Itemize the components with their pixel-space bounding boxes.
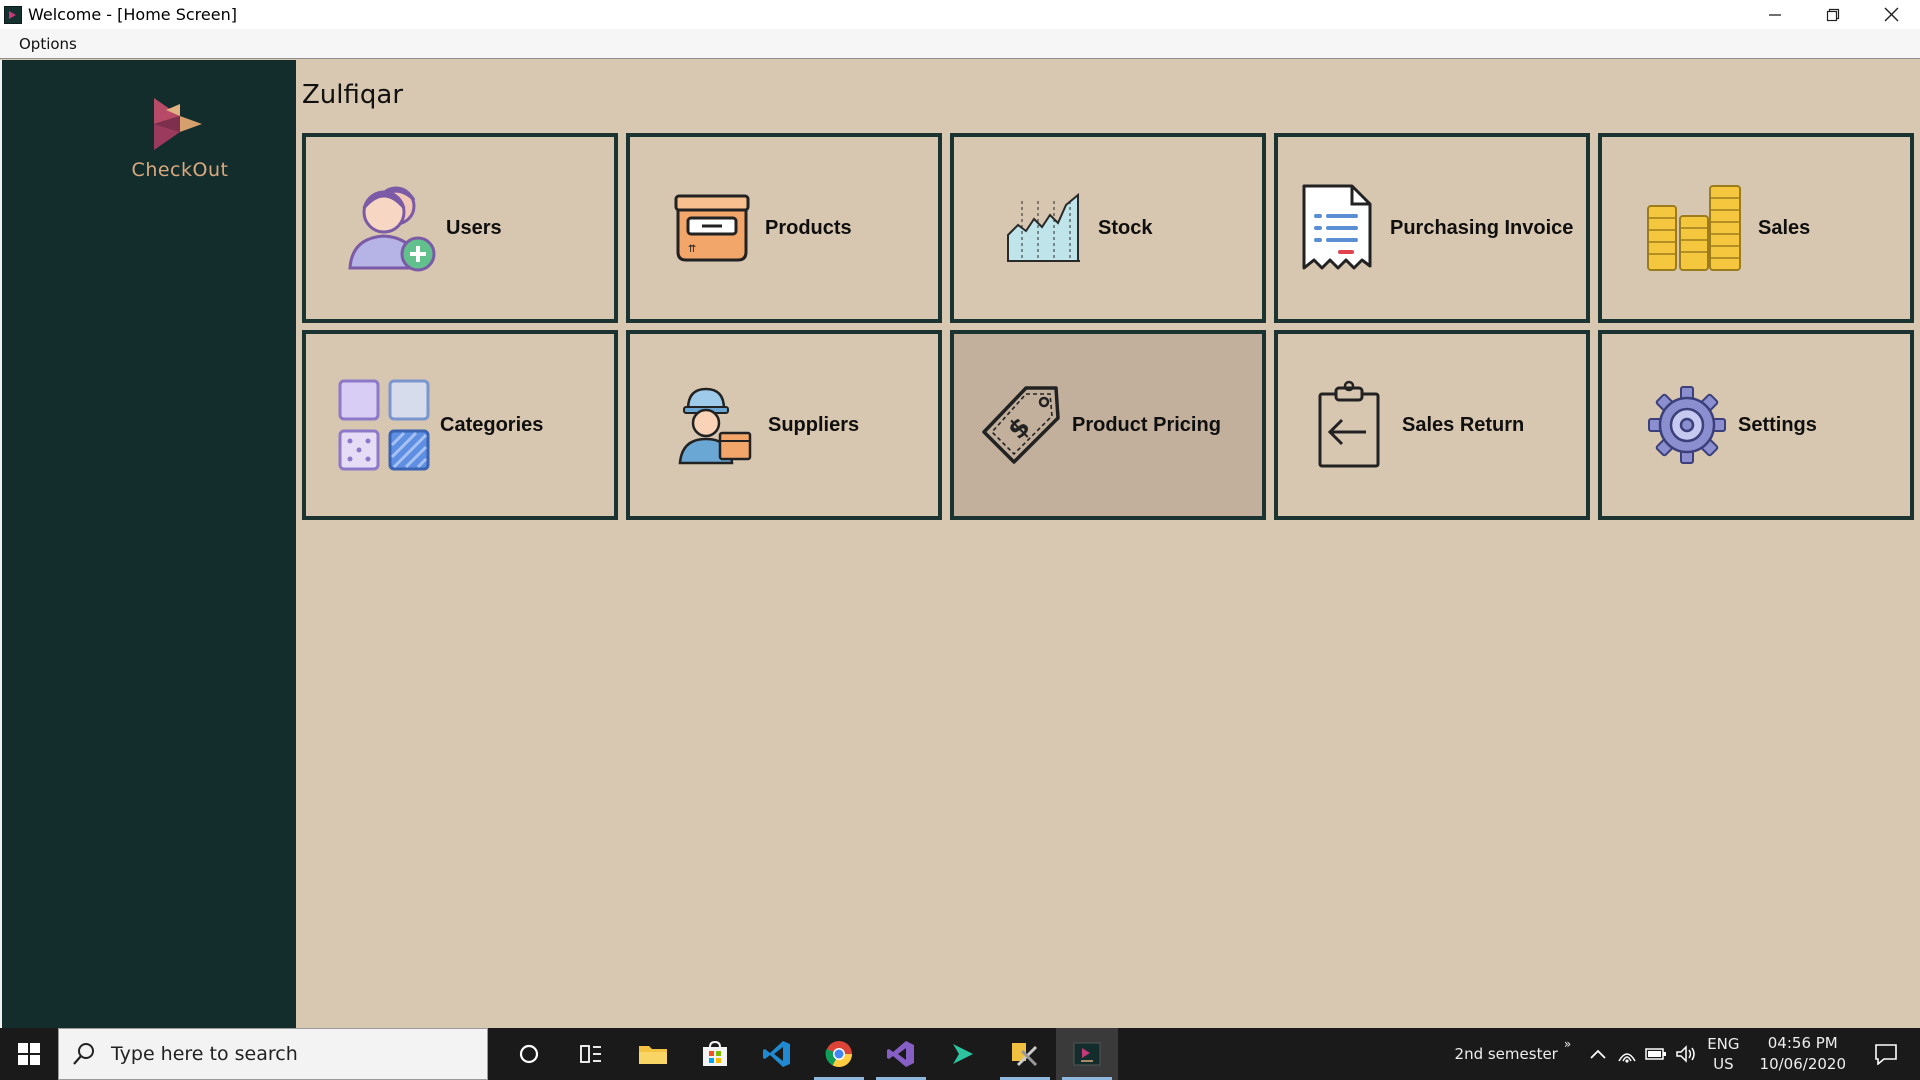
- clipboard-return-icon: [1316, 380, 1382, 470]
- language-indicator[interactable]: ENG US: [1707, 1034, 1739, 1074]
- tools-app-icon: [1012, 1043, 1038, 1067]
- clock[interactable]: 04:56 PM 10/06/2020: [1760, 1033, 1846, 1075]
- gear-icon: [1648, 386, 1726, 464]
- volume-icon[interactable]: [1675, 1045, 1697, 1063]
- task-view-button[interactable]: [560, 1028, 622, 1080]
- visual-studio-button[interactable]: [870, 1028, 932, 1080]
- language-text: ENG: [1707, 1035, 1740, 1053]
- tile-label: Settings: [1738, 413, 1817, 436]
- close-button[interactable]: [1862, 0, 1920, 29]
- tile-purchasing-invoice[interactable]: Purchasing Invoice: [1274, 133, 1590, 323]
- logo-text: CheckOut: [131, 159, 229, 181]
- start-button[interactable]: [0, 1028, 58, 1080]
- system-tray: 2nd semester » ENG US 04:56 PM 10/06/202…: [1455, 1028, 1920, 1080]
- tile-products[interactable]: ⇈ Products: [626, 133, 942, 323]
- invoice-icon: [1300, 182, 1374, 274]
- coins-icon: [1646, 182, 1742, 274]
- app-icon: [4, 5, 22, 24]
- tile-stock[interactable]: Stock: [950, 133, 1266, 323]
- app-green-icon: [953, 1044, 973, 1064]
- menu-bar: Options: [0, 29, 1920, 59]
- cortana-button[interactable]: [498, 1028, 560, 1080]
- stock-chart-icon: [1004, 191, 1084, 265]
- close-icon: [1884, 7, 1898, 22]
- svg-text:⇈: ⇈: [688, 244, 696, 255]
- logo-mark-icon: [154, 98, 202, 150]
- supplier-icon: [674, 385, 754, 465]
- cortana-icon: [519, 1044, 539, 1064]
- tile-label: Stock: [1098, 216, 1153, 239]
- price-tag-icon: $: [980, 384, 1062, 466]
- tile-label: Categories: [440, 413, 544, 436]
- network-icon[interactable]: [1617, 1045, 1637, 1063]
- checkout-logo: CheckOut: [130, 96, 230, 181]
- chrome-button[interactable]: [808, 1028, 870, 1080]
- windows-icon: [18, 1043, 40, 1065]
- menu-options[interactable]: Options: [19, 35, 77, 53]
- product-box-icon: ⇈: [674, 192, 750, 264]
- tile-label: Users: [446, 216, 502, 239]
- taskbar-search[interactable]: Type here to search: [58, 1028, 488, 1080]
- region-text: US: [1713, 1055, 1734, 1073]
- checkout-app-button[interactable]: [1056, 1028, 1118, 1080]
- file-explorer-icon: [639, 1046, 667, 1064]
- tile-label: Products: [765, 216, 852, 239]
- main-panel: Zulfiqar Users ⇈ Products Stock Purchasi…: [296, 60, 1920, 1028]
- restore-icon: [1826, 8, 1840, 21]
- minimize-icon: [1769, 13, 1781, 16]
- categories-icon: [338, 379, 432, 471]
- tile-label: Suppliers: [768, 413, 860, 436]
- vscode-button[interactable]: [746, 1028, 808, 1080]
- restore-button[interactable]: [1804, 0, 1862, 29]
- toolbar-folder-label[interactable]: 2nd semester: [1455, 1045, 1558, 1063]
- user-name: Zulfiqar: [302, 80, 404, 110]
- tools-app-button[interactable]: [994, 1028, 1056, 1080]
- tile-product-pricing[interactable]: $ Product Pricing: [950, 330, 1266, 520]
- tile-categories[interactable]: Categories: [302, 330, 618, 520]
- tile-settings[interactable]: Settings: [1598, 330, 1914, 520]
- sidebar: CheckOut: [0, 60, 296, 1028]
- search-placeholder: Type here to search: [111, 1043, 298, 1065]
- battery-icon[interactable]: [1645, 1047, 1667, 1061]
- chrome-icon: [825, 1041, 853, 1068]
- tile-sales[interactable]: Sales: [1598, 133, 1914, 323]
- search-icon: [73, 1043, 94, 1065]
- visual-studio-icon: [887, 1041, 914, 1067]
- tile-sales-return[interactable]: Sales Return: [1274, 330, 1590, 520]
- taskbar: Type here to search 2nd semester » ENG U…: [0, 1028, 1920, 1080]
- tile-label: Sales: [1758, 216, 1811, 239]
- window-title: Welcome - [Home Screen]: [28, 5, 237, 24]
- tile-label: Product Pricing: [1072, 413, 1221, 436]
- green-app-button[interactable]: [932, 1028, 994, 1080]
- clock-date: 10/06/2020: [1759, 1055, 1846, 1073]
- store-icon: [703, 1041, 727, 1066]
- chevron-double-icon[interactable]: »: [1564, 1037, 1571, 1051]
- title-bar: Welcome - [Home Screen]: [0, 0, 1920, 29]
- store-button[interactable]: [684, 1028, 746, 1080]
- tile-suppliers[interactable]: Suppliers: [626, 330, 942, 520]
- tile-label: Purchasing Invoice: [1390, 216, 1574, 239]
- show-hidden-icons-chevron-icon[interactable]: [1589, 1047, 1607, 1061]
- checkout-app-icon: [1073, 1042, 1101, 1066]
- clock-time: 04:56 PM: [1767, 1034, 1838, 1052]
- svg-text:$: $: [1002, 412, 1036, 446]
- vscode-icon: [763, 1041, 790, 1067]
- file-explorer-button[interactable]: [622, 1028, 684, 1080]
- task-view-icon: [580, 1045, 601, 1063]
- tile-users[interactable]: Users: [302, 133, 618, 323]
- minimize-button[interactable]: [1746, 0, 1804, 29]
- users-add-icon: [338, 178, 444, 278]
- tile-label: Sales Return: [1402, 413, 1525, 436]
- notifications-icon[interactable]: [1874, 1043, 1898, 1065]
